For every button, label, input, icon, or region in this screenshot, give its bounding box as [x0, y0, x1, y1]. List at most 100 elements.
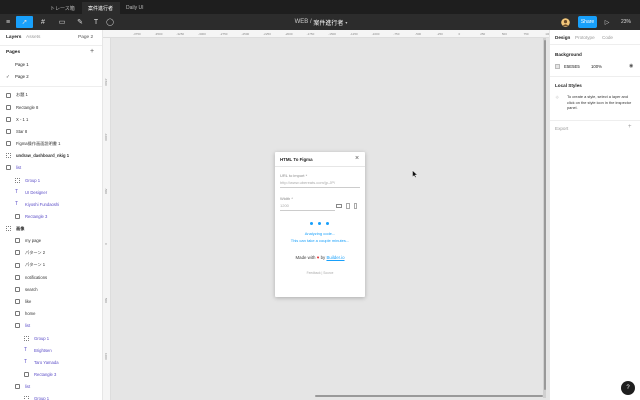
- page-indicator[interactable]: Page 2: [78, 35, 93, 40]
- shape-tool-button[interactable]: ▭: [55, 16, 69, 28]
- layer-row[interactable]: search: [0, 284, 102, 294]
- divider: [0, 45, 102, 46]
- frame-tool-button[interactable]: #: [36, 16, 50, 28]
- layer-row[interactable]: パターン 2: [0, 248, 102, 258]
- width-value: 1200: [280, 203, 289, 208]
- avatar[interactable]: [560, 16, 570, 28]
- add-export-button[interactable]: +: [628, 124, 632, 130]
- zoom-dropdown[interactable]: 23%: [617, 16, 635, 28]
- rect-layer-icon: [24, 371, 29, 377]
- tab-code[interactable]: Code: [602, 35, 613, 40]
- present-button[interactable]: ▷: [602, 16, 612, 28]
- desktop-icon[interactable]: [336, 204, 342, 208]
- layer-label: Group 1: [34, 396, 50, 400]
- ruler-left: -1500 -1000 -500 0 500 1000: [103, 38, 111, 400]
- ruler-tick-label: 500: [501, 31, 507, 36]
- page-item-2[interactable]: Page 2: [15, 74, 29, 79]
- rect-layer-icon: [15, 214, 20, 219]
- layer-label: list: [25, 323, 31, 329]
- layer-row[interactable]: list: [0, 321, 102, 331]
- tab-design[interactable]: Design: [555, 35, 570, 40]
- tablet-icon[interactable]: [346, 203, 350, 209]
- frame-layer-icon: [6, 165, 11, 171]
- tab-project[interactable]: 案件進行者: [82, 2, 120, 14]
- text-layer-icon: T: [15, 188, 19, 195]
- layer-row[interactable]: undraw_dashboard_nkig 1: [0, 151, 102, 161]
- url-input[interactable]: http://www.ubereats.com/jp-JP/: [280, 180, 360, 188]
- layer-row[interactable]: Group 1: [0, 333, 102, 343]
- tab-daily-ui[interactable]: Daily UI: [120, 2, 154, 14]
- layer-label: Brightsen: [34, 347, 52, 353]
- layer-row[interactable]: T Taro Yamada: [0, 357, 102, 367]
- layer-row[interactable]: 画像: [0, 224, 102, 234]
- text-layer-icon: T: [15, 200, 19, 207]
- file-name: 案件進行者: [313, 20, 344, 27]
- layer-row[interactable]: list: [0, 382, 102, 392]
- layer-row[interactable]: notifications: [0, 272, 102, 282]
- comment-tool-button[interactable]: ◯: [105, 16, 115, 28]
- tab-bar: トレース箱 案件進行者 Daily UI: [0, 0, 640, 14]
- width-input[interactable]: 1200: [280, 203, 335, 211]
- divider: [275, 166, 365, 167]
- frame-layer-icon: [15, 286, 20, 292]
- layer-row[interactable]: T Kiyoshi Fundaoshi: [0, 199, 102, 209]
- share-button[interactable]: Share: [578, 16, 597, 28]
- layer-row[interactable]: home: [0, 309, 102, 319]
- background-hex[interactable]: E5E5E5: [564, 64, 580, 69]
- file-title[interactable]: WEB / 案件進行者 ▾: [286, 16, 356, 28]
- frame-layer-icon: [15, 299, 20, 305]
- move-tool-button[interactable]: ➚: [16, 16, 33, 28]
- frame-layer-icon: [6, 116, 11, 122]
- layer-row[interactable]: Rectangle 8: [0, 102, 102, 112]
- layer-row[interactable]: Rectangle 3: [0, 369, 102, 379]
- figma-menu-icon[interactable]: [2, 2, 14, 14]
- add-page-button[interactable]: +: [90, 48, 94, 55]
- export-label: Export: [555, 126, 569, 131]
- text-tool-button[interactable]: T: [91, 16, 101, 28]
- right-panel: Design Prototype Code Background E5E5E5 …: [549, 30, 640, 400]
- layer-row[interactable]: パターン 1: [0, 260, 102, 270]
- plus-icon: +: [628, 124, 632, 130]
- close-button[interactable]: ×: [355, 155, 359, 162]
- background-swatch[interactable]: [555, 64, 560, 69]
- layer-row[interactable]: Star 8: [0, 126, 102, 136]
- layer-row[interactable]: Rectangle 3: [0, 212, 102, 222]
- rectangle-icon: ▭: [58, 19, 66, 26]
- layer-row[interactable]: X - 1 1: [0, 114, 102, 124]
- tab-label: 案件進行者: [88, 5, 114, 12]
- ruler-tick-label: -250: [436, 31, 443, 36]
- layer-row[interactable]: list: [0, 163, 102, 173]
- horizontal-scrollbar-thumb[interactable]: [315, 395, 543, 397]
- tab-trace[interactable]: トレース箱: [44, 2, 82, 14]
- layer-label: search: [25, 286, 38, 292]
- frame-layer-icon: [15, 250, 20, 256]
- pen-tool-button[interactable]: ✎: [73, 16, 87, 28]
- plugin-footer[interactable]: Feedback | Source: [275, 271, 365, 275]
- ruler-tick-label: -1500: [328, 31, 336, 36]
- heart-icon: ♥: [316, 255, 320, 260]
- layer-row[interactable]: Group 1: [0, 175, 102, 185]
- layer-row[interactable]: my page: [0, 236, 102, 246]
- group-layer-icon: [24, 335, 29, 341]
- builder-link[interactable]: Builder.io: [326, 255, 344, 260]
- phone-icon[interactable]: [354, 203, 357, 209]
- help-icon: ?: [626, 385, 630, 391]
- tab-assets[interactable]: Assets: [26, 35, 40, 40]
- layer-row[interactable]: お題 1: [0, 90, 102, 100]
- frame-layer-icon: [15, 238, 20, 244]
- eye-icon[interactable]: ◉: [629, 63, 633, 69]
- tab-layers[interactable]: Layers: [6, 35, 21, 40]
- layer-row[interactable]: Figma操作画面説明書 1: [0, 139, 102, 149]
- tab-prototype[interactable]: Prototype: [575, 35, 595, 40]
- layer-row[interactable]: T Brightsen: [0, 345, 102, 355]
- layer-label: Rectangle 8: [16, 104, 39, 110]
- layer-row[interactable]: Group 1: [0, 394, 102, 400]
- page-item-1[interactable]: Page 1: [15, 62, 29, 67]
- vertical-scrollbar-thumb[interactable]: [544, 40, 546, 390]
- layer-row[interactable]: like: [0, 297, 102, 307]
- layer-row[interactable]: T UI Designer: [0, 187, 102, 197]
- divider: [550, 44, 640, 45]
- main-menu-button[interactable]: ≡: [3, 16, 13, 28]
- help-button[interactable]: ?: [621, 381, 635, 395]
- background-opacity[interactable]: 100%: [591, 64, 602, 69]
